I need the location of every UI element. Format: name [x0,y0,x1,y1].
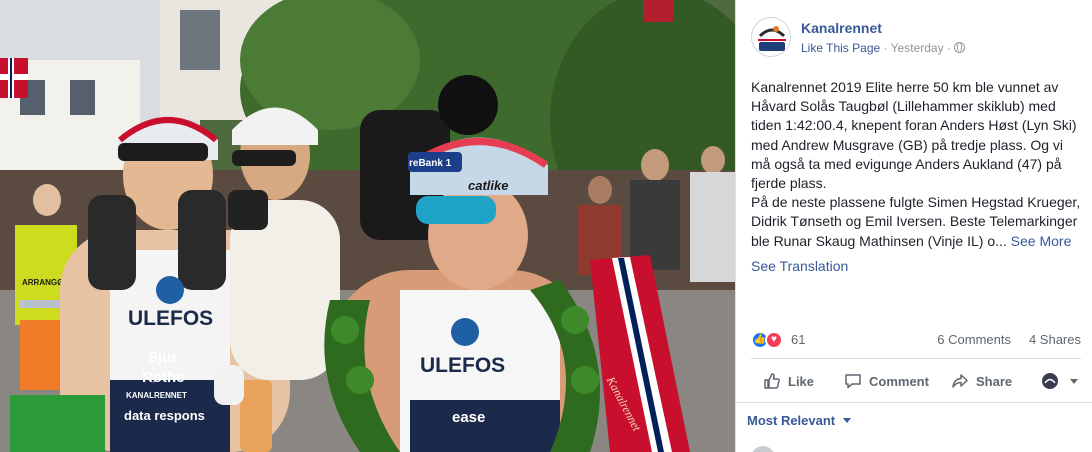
globe-icon[interactable] [954,42,966,53]
post-photo[interactable]: ARRANGØR ULEFOS Sjur Røthe KANALRENNET d… [0,0,735,452]
post-body: Kanalrennet 2019 Elite herre 50 km ble v… [751,78,1081,251]
page-identity-icon [1042,373,1058,389]
post-meta: Like This Page · Yesterday · [801,41,966,55]
comment-button[interactable]: Comment [844,364,929,398]
jersey-name-left-2: Røthe [142,369,185,386]
jersey-sponsor-center: ULEFOS [420,354,505,377]
comment-icon [845,374,861,389]
photo-illustration: ARRANGØR ULEFOS Sjur Røthe KANALRENNET d… [0,0,735,452]
avatar [751,446,775,452]
post-side-panel: Kanalrennet Like This Page · Yesterday ·… [735,0,1092,452]
chevron-down-icon [1070,378,1078,384]
post-actions: Like Comment Share [751,364,1081,398]
chevron-down-icon [842,418,851,423]
reaction-icons[interactable]: 👍 ♥ [751,330,787,350]
jersey-name-left-1: Sjur [148,349,177,366]
jersey-footer-left-2: data respons [124,408,205,423]
comment-label: Comment [869,373,929,389]
post-paragraph-1: Kanalrennet 2019 Elite herre 50 km ble v… [751,79,1077,192]
reactions-summary: 👍 ♥ 61 6 Comments 4 Shares [751,330,1081,350]
post-header: Kanalrennet Like This Page · Yesterday · [751,17,1081,61]
like-button[interactable]: Like [763,364,814,398]
divider [751,358,1081,359]
meta-separator: · [883,41,888,55]
share-label: Share [976,373,1013,389]
page-avatar[interactable] [751,17,791,57]
helmet-text: catlike [468,178,508,193]
helmet-bank-text: reBank 1 [409,158,452,169]
see-translation-link[interactable]: See Translation [751,258,848,274]
meta-separator-2: · [946,41,951,55]
kanalrennet-logo-icon [753,19,790,56]
thumbs-up-icon [764,373,780,389]
post-paragraph-2: På de neste plassene fulgte Simen Hegsta… [751,193,1081,251]
shares-count[interactable]: 4 Shares [1029,332,1081,347]
post-as-selector[interactable] [1041,364,1078,398]
comment-sort-dropdown[interactable]: Most Relevant [747,413,851,428]
page-name-link[interactable]: Kanalrennet [801,20,882,36]
divider [736,402,1092,403]
jersey-bottom-center: ease [452,409,485,426]
share-arrow-icon [952,374,968,388]
like-page-link[interactable]: Like This Page [801,41,880,55]
reaction-count[interactable]: 61 [791,332,805,347]
love-icon: ♥ [765,331,783,349]
share-button[interactable]: Share [951,364,1012,398]
comments-count[interactable]: 6 Comments [937,332,1011,347]
comment-sort-label: Most Relevant [747,413,836,428]
see-more-link[interactable]: See More [1011,233,1072,249]
like-label: Like [788,373,815,389]
post-timestamp[interactable]: Yesterday [891,41,944,55]
jersey-sponsor-left: ULEFOS [128,307,213,330]
jersey-footer-left: KANALRENNET [126,391,187,400]
